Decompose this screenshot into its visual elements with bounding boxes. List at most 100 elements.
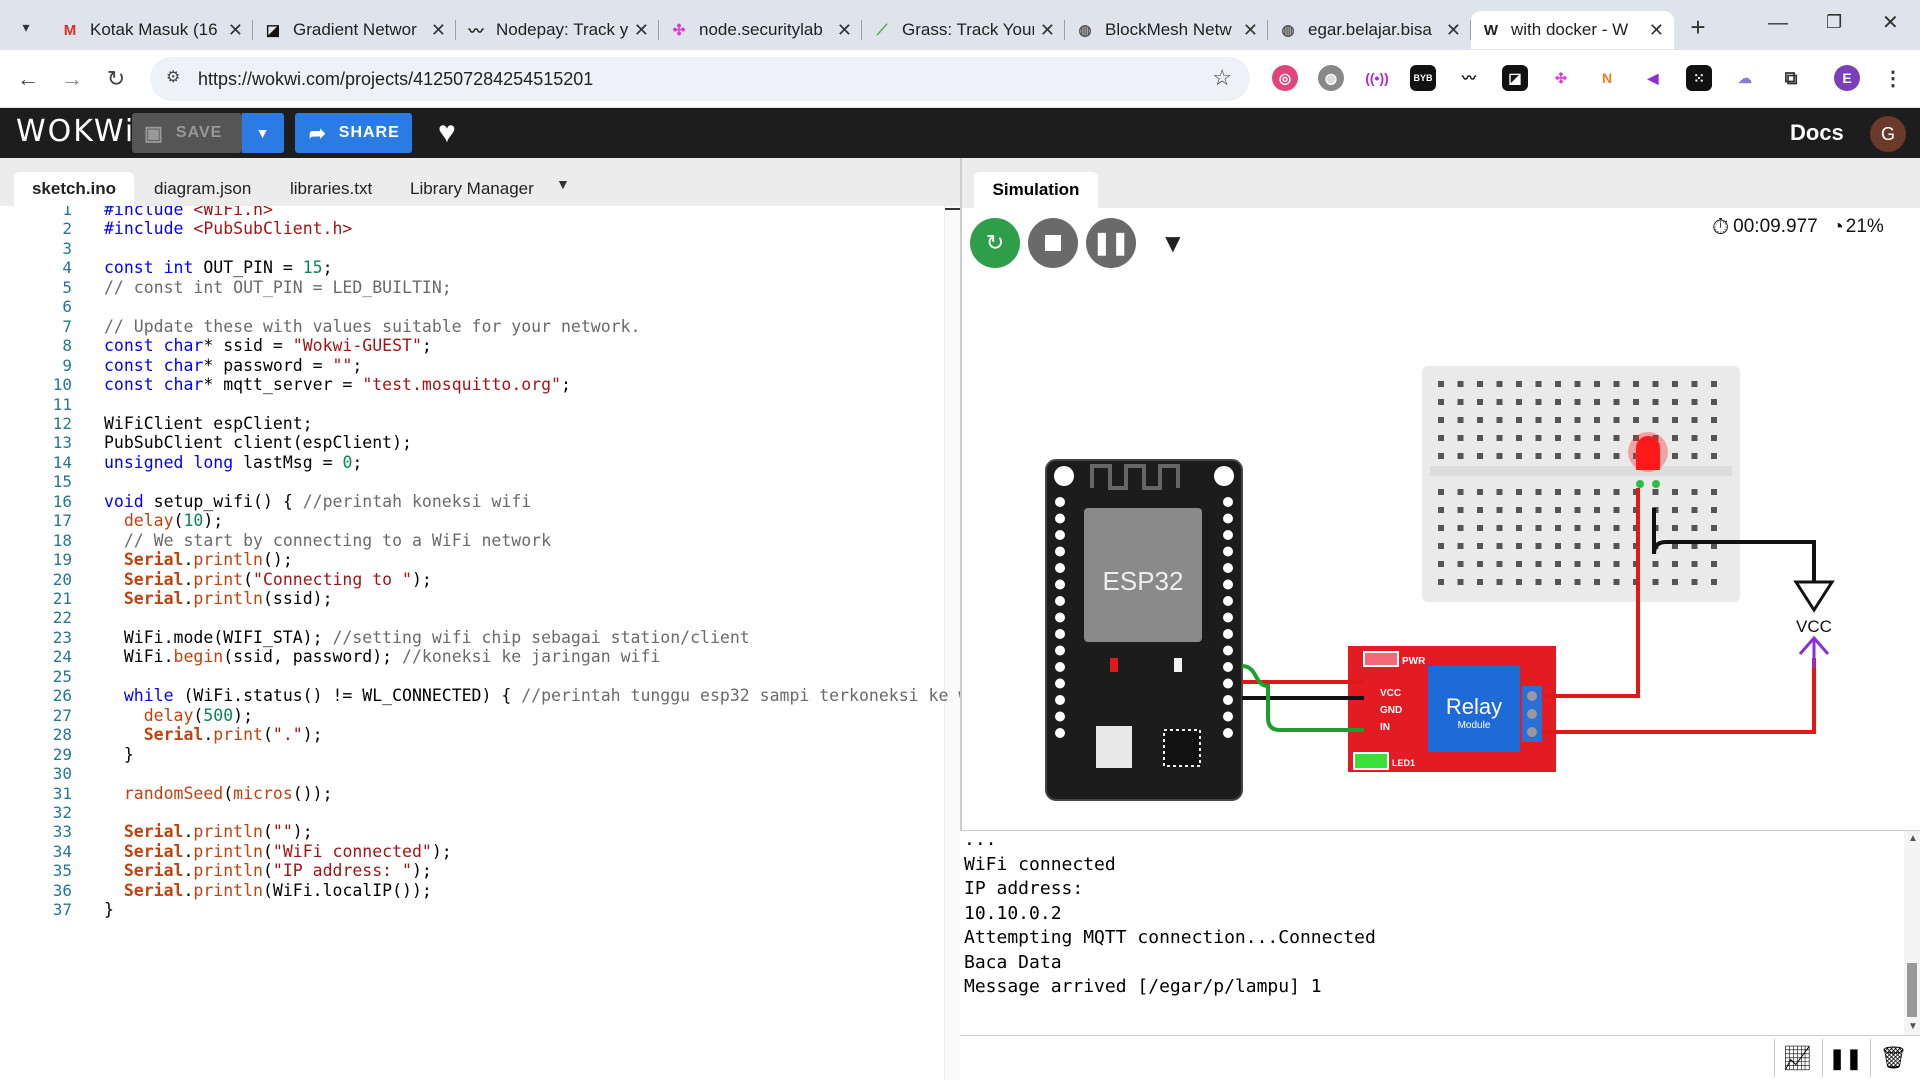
serial-pause-button[interactable]: ❚❚ xyxy=(1822,1039,1868,1077)
code-text: delay(10); xyxy=(123,511,224,531)
scroll-down-icon[interactable]: ▼ xyxy=(1908,1021,1918,1032)
browser-tab[interactable]: 〰 Nodepay: Track y ✕ xyxy=(456,11,659,49)
close-tab-icon[interactable]: ✕ xyxy=(228,20,243,41)
back-icon[interactable]: ← xyxy=(6,66,50,92)
line-number: 10 xyxy=(52,375,72,395)
breadboard-hole xyxy=(1438,543,1444,549)
close-tab-icon[interactable]: ✕ xyxy=(1040,20,1055,41)
tab-libraries-txt[interactable]: libraries.txt xyxy=(272,172,390,206)
ground-symbol[interactable] xyxy=(1793,580,1835,613)
docs-link[interactable]: Docs xyxy=(1790,120,1844,146)
tab-sketch-ino[interactable]: sketch.ino xyxy=(14,172,134,206)
breadboard-hole xyxy=(1457,543,1464,549)
tab-simulation[interactable]: Simulation xyxy=(974,172,1098,208)
site-settings-icon[interactable]: ⚙ xyxy=(166,67,180,87)
breadboard-hole xyxy=(1711,561,1717,567)
led-leg-anode xyxy=(1652,480,1660,488)
relay-terminal-nc xyxy=(1527,727,1537,737)
extension-icon-9[interactable]: ◀ xyxy=(1640,65,1666,91)
scroll-up-icon[interactable]: ▲ xyxy=(1908,833,1918,844)
code-text: Serial.println("IP address: "); xyxy=(123,861,432,881)
close-window-button[interactable]: ✕ xyxy=(1882,10,1899,35)
line-number: 5 xyxy=(62,277,72,297)
browser-tab[interactable]: ◍ BlockMesh Netw ✕ xyxy=(1065,11,1268,49)
extension-icon-2[interactable]: ◍ xyxy=(1318,65,1344,91)
line-number: 6 xyxy=(62,297,72,317)
browser-tab[interactable]: ◍ egar.belajar.bisa ✕ xyxy=(1268,11,1471,49)
code-text: WiFi.begin(ssid, password); //koneksi ke… xyxy=(104,647,661,667)
reload-icon[interactable]: ↻ xyxy=(94,66,138,92)
serial-scrollbar[interactable]: ▲ ▼ xyxy=(1904,831,1920,1035)
close-tab-icon[interactable]: ✕ xyxy=(1649,20,1664,41)
restore-button[interactable]: ❐ xyxy=(1826,12,1842,33)
circuit-canvas[interactable]: ESP32 PWR Relay Module VCC GND IN LED1 N… xyxy=(960,208,1920,830)
new-tab-button[interactable]: + xyxy=(1678,12,1718,43)
forward-icon[interactable]: → xyxy=(50,66,94,92)
extensions-puzzle-icon[interactable]: ⧉ xyxy=(1778,65,1804,91)
scroll-thumb[interactable] xyxy=(1907,963,1917,1017)
esp32-pin xyxy=(1055,662,1065,672)
breadboard-hole xyxy=(1672,489,1678,495)
url-field[interactable]: ⚙ https://wokwi.com/projects/41250728425… xyxy=(150,57,1250,101)
relay-pin-gnd: GND xyxy=(1380,705,1402,716)
extension-icon-10[interactable]: ⁙ xyxy=(1686,65,1712,91)
line-number: 30 xyxy=(52,764,72,784)
share-button[interactable]: ➦ SHARE xyxy=(295,113,412,153)
breadboard-hole xyxy=(1438,417,1444,423)
extension-icon-11[interactable]: ☁ xyxy=(1732,65,1758,91)
code-line[interactable]: 37} xyxy=(0,900,960,924)
browser-tab[interactable]: ⟋ Grass: Track Your ✕ xyxy=(862,11,1065,49)
wokwi-icon: W xyxy=(1483,21,1499,39)
save-options-dropdown[interactable]: ▼ xyxy=(242,113,284,153)
breadboard-hole xyxy=(1711,435,1717,441)
tab-library-manager[interactable]: Library Manager xyxy=(392,172,552,206)
tab-diagram-json[interactable]: diagram.json xyxy=(136,172,269,206)
close-tab-icon[interactable]: ✕ xyxy=(634,20,649,41)
serial-clear-button[interactable]: 🗑︎ xyxy=(1870,1039,1916,1077)
line-number: 16 xyxy=(52,491,72,511)
close-tab-icon[interactable]: ✕ xyxy=(837,20,852,41)
browser-tab[interactable]: ✣ node.securitylab ✕ xyxy=(659,11,862,49)
save-button[interactable]: ▣ SAVE xyxy=(132,113,242,153)
breadboard-hole xyxy=(1535,435,1542,441)
extension-icon-7[interactable]: ✣ xyxy=(1548,65,1574,91)
esp32-pin xyxy=(1055,546,1065,557)
breadboard-hole xyxy=(1594,399,1600,405)
browser-tab-title: with docker - W xyxy=(1511,20,1629,39)
breadboard-hole xyxy=(1555,381,1561,387)
close-tab-icon[interactable]: ✕ xyxy=(1446,20,1461,41)
wokwi-logo[interactable]: WOKWi xyxy=(16,114,135,149)
tab-search-button[interactable]: ▾ xyxy=(8,9,44,45)
close-tab-icon[interactable]: ✕ xyxy=(431,20,446,41)
relay-pwr-label: PWR xyxy=(1402,656,1426,667)
breadboard-hole xyxy=(1711,417,1717,423)
minimize-button[interactable]: — xyxy=(1768,12,1788,35)
breadboard-hole xyxy=(1516,507,1522,513)
extension-icon-3[interactable]: ((•)) xyxy=(1364,65,1390,91)
red-led[interactable] xyxy=(1636,436,1660,470)
browser-tab[interactable]: Wwith docker - W ✕ xyxy=(1471,11,1674,49)
like-heart-icon[interactable]: ♥ xyxy=(438,116,456,150)
browser-menu-icon[interactable]: ⋮ xyxy=(1880,65,1906,91)
browser-tab-title: Grass: Track Your xyxy=(902,20,1034,39)
code-editor[interactable]: 1 #include <WiFi.h> 2 #include <PubSubClien… xyxy=(0,206,960,1080)
profile-avatar[interactable]: E xyxy=(1834,65,1860,91)
code-text: Serial.println(WiFi.localIP()); xyxy=(123,880,432,900)
extension-icon-8[interactable]: N xyxy=(1594,65,1620,91)
bookmark-star-icon[interactable]: ☆ xyxy=(1212,65,1232,91)
editor-tabs-menu-icon[interactable]: ▼ xyxy=(556,176,570,192)
browser-tab[interactable]: M Kotak Masuk (16 ✕ xyxy=(50,11,253,49)
chevron-down-icon: ▼ xyxy=(255,125,271,141)
serial-output-line: WiFi connected xyxy=(964,853,1116,875)
breadboard-hole xyxy=(1711,507,1717,513)
close-tab-icon[interactable]: ✕ xyxy=(1243,20,1258,41)
extension-icon-4[interactable]: BYB xyxy=(1410,65,1436,91)
vcc-symbol[interactable] xyxy=(1798,635,1830,668)
nodepay-extension-icon[interactable]: 〰 xyxy=(1456,65,1482,91)
user-avatar[interactable]: G xyxy=(1870,116,1906,152)
breadboard-hole xyxy=(1574,543,1581,549)
gradient-extension-icon[interactable]: ◪ xyxy=(1502,65,1528,91)
browser-tab[interactable]: ◪ Gradient Networ ✕ xyxy=(253,11,456,49)
extension-icon-1[interactable]: ◎ xyxy=(1272,65,1298,91)
plotter-button[interactable]: 📈︎ xyxy=(1774,1039,1820,1077)
